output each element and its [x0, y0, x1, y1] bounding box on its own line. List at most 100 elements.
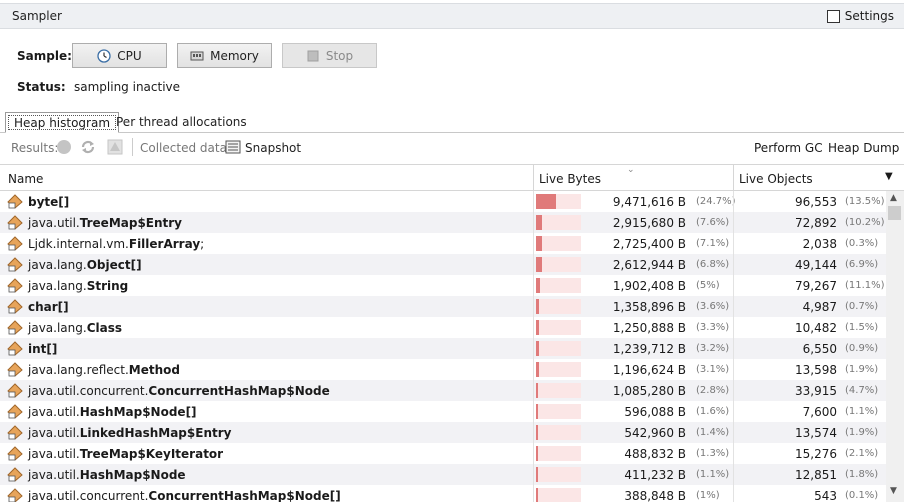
table-row[interactable]: java.util.TreeMap$Entry 2,915,680 B (7.6%)…: [0, 212, 886, 233]
live-bytes-bar-fill: [536, 341, 539, 356]
table-row[interactable]: java.lang.Object[] 2,612,944 B (6.8%) 49,14…: [0, 254, 886, 275]
column-divider: [533, 464, 534, 485]
column-divider: [533, 212, 534, 233]
package-name: java.util.: [28, 425, 80, 440]
column-divider: [533, 317, 534, 338]
scroll-down-icon[interactable]: ▼: [890, 486, 897, 496]
column-divider[interactable]: [533, 165, 534, 191]
live-bytes-bar: [536, 488, 581, 502]
live-bytes-percent: (7.6%): [696, 217, 730, 228]
cpu-button[interactable]: CPU: [72, 43, 167, 68]
column-divider: [733, 338, 734, 359]
sampler-title-bar: Sampler Settings: [0, 3, 904, 29]
live-bytes-percent: (3.6%): [696, 301, 730, 312]
class-name-cell: java.util.HashMap$Node: [7, 467, 186, 482]
live-objects-percent: (1.5%): [845, 322, 879, 333]
class-name-cell: java.util.HashMap$Node[]: [7, 404, 197, 419]
class-icon: [7, 404, 23, 419]
scrollbar-thumb[interactable]: [888, 206, 901, 220]
class-simple-name: LinkedHashMap$Entry: [79, 425, 232, 440]
table-row[interactable]: java.util.TreeMap$KeyIterator 488,832 B (1…: [0, 443, 886, 464]
vertical-scrollbar[interactable]: ▲ ▼: [886, 191, 904, 502]
live-bytes-percent: (6.8%): [696, 259, 730, 270]
column-menu-icon[interactable]: ▼: [885, 171, 893, 182]
live-objects-percent: (1.9%): [845, 364, 879, 375]
column-divider: [733, 296, 734, 317]
table-row[interactable]: java.util.HashMap$Node 411,232 B (1.1%) 12,…: [0, 464, 886, 485]
column-header-live-objects[interactable]: Live Objects: [739, 172, 813, 186]
live-objects-value: 4,987: [802, 300, 837, 314]
tab-heap-histogram[interactable]: Heap histogram: [5, 112, 120, 133]
package-name: java.util.: [28, 446, 80, 461]
class-simple-name: Object[]: [86, 257, 142, 272]
live-bytes-bar: [536, 278, 581, 293]
column-header-live-bytes[interactable]: Live Bytes: [539, 172, 601, 186]
live-bytes-value: 596,088 B: [624, 405, 686, 419]
record-icon[interactable]: [56, 139, 72, 155]
column-divider: [733, 191, 734, 212]
package-name: java.lang.: [28, 320, 87, 335]
table-row[interactable]: java.lang.String 1,902,408 B (5%) 79,267 (11…: [0, 275, 886, 296]
column-divider: [533, 233, 534, 254]
warning-icon[interactable]: [107, 139, 123, 155]
live-bytes-bar: [536, 425, 581, 440]
class-name-cell: Ljdk.internal.vm.FillerArray;: [7, 236, 204, 251]
live-bytes-percent: (24.7%): [696, 196, 736, 207]
live-bytes-bar-fill: [536, 215, 542, 230]
live-bytes-bar-fill: [536, 488, 538, 502]
column-divider: [533, 296, 534, 317]
live-bytes-bar: [536, 467, 581, 482]
snapshot-icon[interactable]: [225, 139, 241, 155]
live-bytes-bar: [536, 362, 581, 377]
memory-chip-icon: [190, 51, 204, 60]
package-name: java.lang.reflect.: [28, 362, 129, 377]
package-name: java.util.concurrent.: [28, 383, 149, 398]
class-simple-name: int[]: [28, 341, 58, 356]
table-row[interactable]: java.util.LinkedHashMap$Entry 542,960 B (1…: [0, 422, 886, 443]
live-objects-percent: (10.2%): [845, 217, 885, 228]
tab-per-thread-allocations[interactable]: Per thread allocations: [108, 112, 255, 133]
perform-gc-button[interactable]: Perform GC: [754, 141, 823, 155]
table-row[interactable]: java.lang.reflect.Method 1,196,624 B (3.1%…: [0, 359, 886, 380]
live-objects-percent: (1.1%): [845, 406, 879, 417]
live-objects-value: 72,892: [795, 216, 837, 230]
table-row[interactable]: Ljdk.internal.vm.FillerArray; 2,725,400 B…: [0, 233, 886, 254]
live-bytes-percent: (1.1%): [696, 469, 730, 480]
scroll-up-icon[interactable]: ▲: [890, 193, 897, 203]
live-bytes-bar-fill: [536, 257, 542, 272]
column-header-name[interactable]: Name: [8, 172, 43, 186]
live-objects-percent: (4.7%): [845, 385, 879, 396]
live-objects-value: 7,600: [802, 405, 837, 419]
live-bytes-bar: [536, 299, 581, 314]
table-row[interactable]: char[] 1,358,896 B (3.6%) 4,987 (0.7%): [0, 296, 886, 317]
live-bytes-bar-fill: [536, 425, 538, 440]
live-bytes-percent: (5%): [696, 280, 720, 291]
live-bytes-value: 542,960 B: [624, 426, 686, 440]
settings-checkbox[interactable]: [826, 9, 840, 23]
class-simple-name: String: [86, 278, 129, 293]
table-row[interactable]: int[] 1,239,712 B (3.2%) 6,550 (0.9%): [0, 338, 886, 359]
table-row[interactable]: java.util.concurrent.ConcurrentHashMap$N…: [0, 485, 886, 502]
class-icon: [7, 278, 23, 293]
table-row[interactable]: java.lang.Class 1,250,888 B (3.3%) 10,482 (1…: [0, 317, 886, 338]
live-bytes-bar-fill: [536, 383, 538, 398]
live-objects-value: 10,482: [795, 321, 837, 335]
refresh-icon[interactable]: [80, 139, 96, 155]
table-row[interactable]: java.util.concurrent.ConcurrentHashMap$N…: [0, 380, 886, 401]
table-row[interactable]: byte[] 9,471,616 B (24.7%) 96,553 (13.5%): [0, 191, 886, 212]
column-divider[interactable]: [733, 165, 734, 191]
histogram-table: byte[] 9,471,616 B (24.7%) 96,553 (13.5%) jav…: [0, 191, 886, 502]
settings-toggle[interactable]: Settings: [826, 9, 894, 23]
live-bytes-bar: [536, 320, 581, 335]
stop-button[interactable]: Stop: [282, 43, 377, 68]
class-icon: [7, 194, 23, 209]
column-divider: [533, 275, 534, 296]
snapshot-button[interactable]: Snapshot: [245, 141, 301, 155]
stop-icon: [307, 50, 319, 61]
heap-dump-button[interactable]: Heap Dump: [828, 141, 899, 155]
toolbar-separator: [132, 138, 133, 156]
memory-button[interactable]: Memory: [177, 43, 272, 68]
live-bytes-percent: (3.2%): [696, 343, 730, 354]
table-row[interactable]: java.util.HashMap$Node[] 596,088 B (1.6%) 7…: [0, 401, 886, 422]
live-bytes-value: 2,612,944 B: [612, 258, 686, 272]
